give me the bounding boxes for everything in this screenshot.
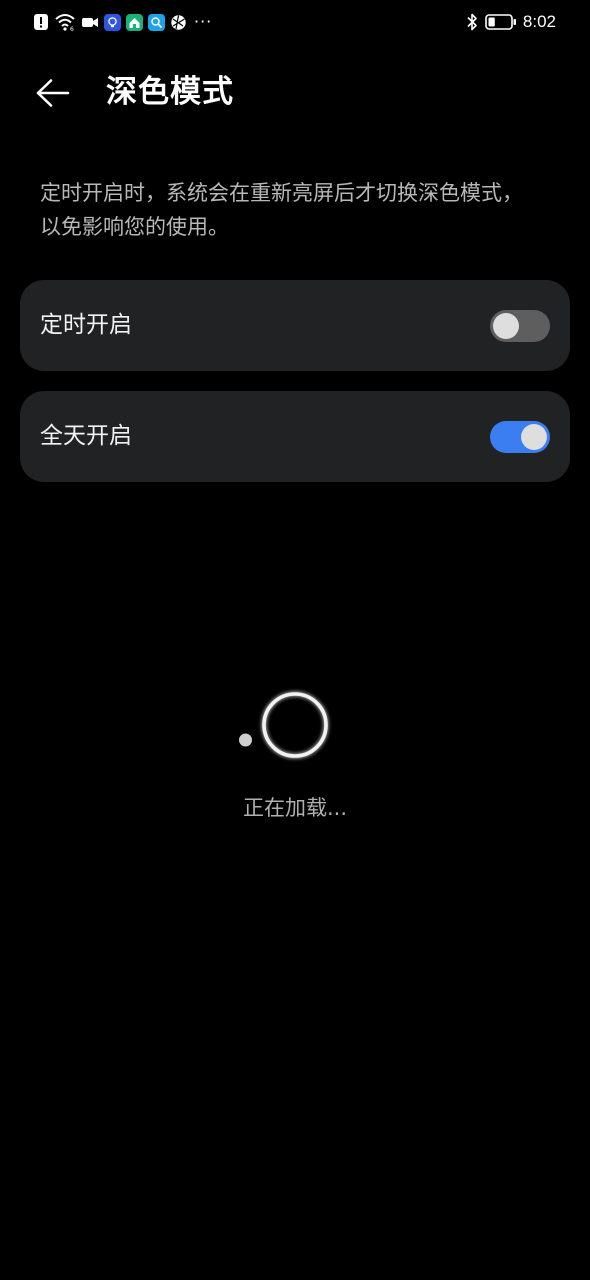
sports-app-icon <box>170 13 187 31</box>
toggle-knob <box>521 424 547 450</box>
arrow-left-icon <box>36 79 70 107</box>
status-right-icons: 8:02 <box>465 10 556 34</box>
status-left-icons: 6 ··· <box>33 11 212 33</box>
loading-text: 正在加载... <box>242 796 348 820</box>
notification-icon <box>34 14 48 30</box>
back-button[interactable] <box>30 70 76 116</box>
header: 深色模式 <box>0 56 590 128</box>
option-all-day-toggle[interactable] <box>490 421 550 453</box>
search-app-icon <box>148 13 165 31</box>
option-all-day[interactable]: 全天开启 <box>20 391 570 482</box>
bulb-app-icon <box>104 13 121 31</box>
svg-text:6: 6 <box>70 26 74 32</box>
option-scheduled-label: 定时开启 <box>40 312 132 338</box>
home-app-icon <box>126 13 143 31</box>
wifi-icon: 6 <box>55 14 75 32</box>
status-time: 8:02 <box>522 12 556 31</box>
loading-spinner <box>239 692 328 758</box>
page-title: 深色模式 <box>106 74 234 110</box>
status-bar: 6 ··· 8:02 <box>0 0 590 44</box>
option-scheduled-toggle[interactable] <box>490 310 550 342</box>
video-icon <box>82 18 98 27</box>
option-all-day-label: 全天开启 <box>40 423 132 449</box>
bluetooth-icon <box>467 13 477 31</box>
battery-icon <box>485 14 516 30</box>
toggle-knob <box>493 313 519 339</box>
more-notifications-indicator: ··· <box>194 12 213 31</box>
description-text: 定时开启时，系统会在重新亮屏后才切换深色模式，以免影响您的使用。 <box>40 181 523 239</box>
option-scheduled[interactable]: 定时开启 <box>20 280 570 371</box>
